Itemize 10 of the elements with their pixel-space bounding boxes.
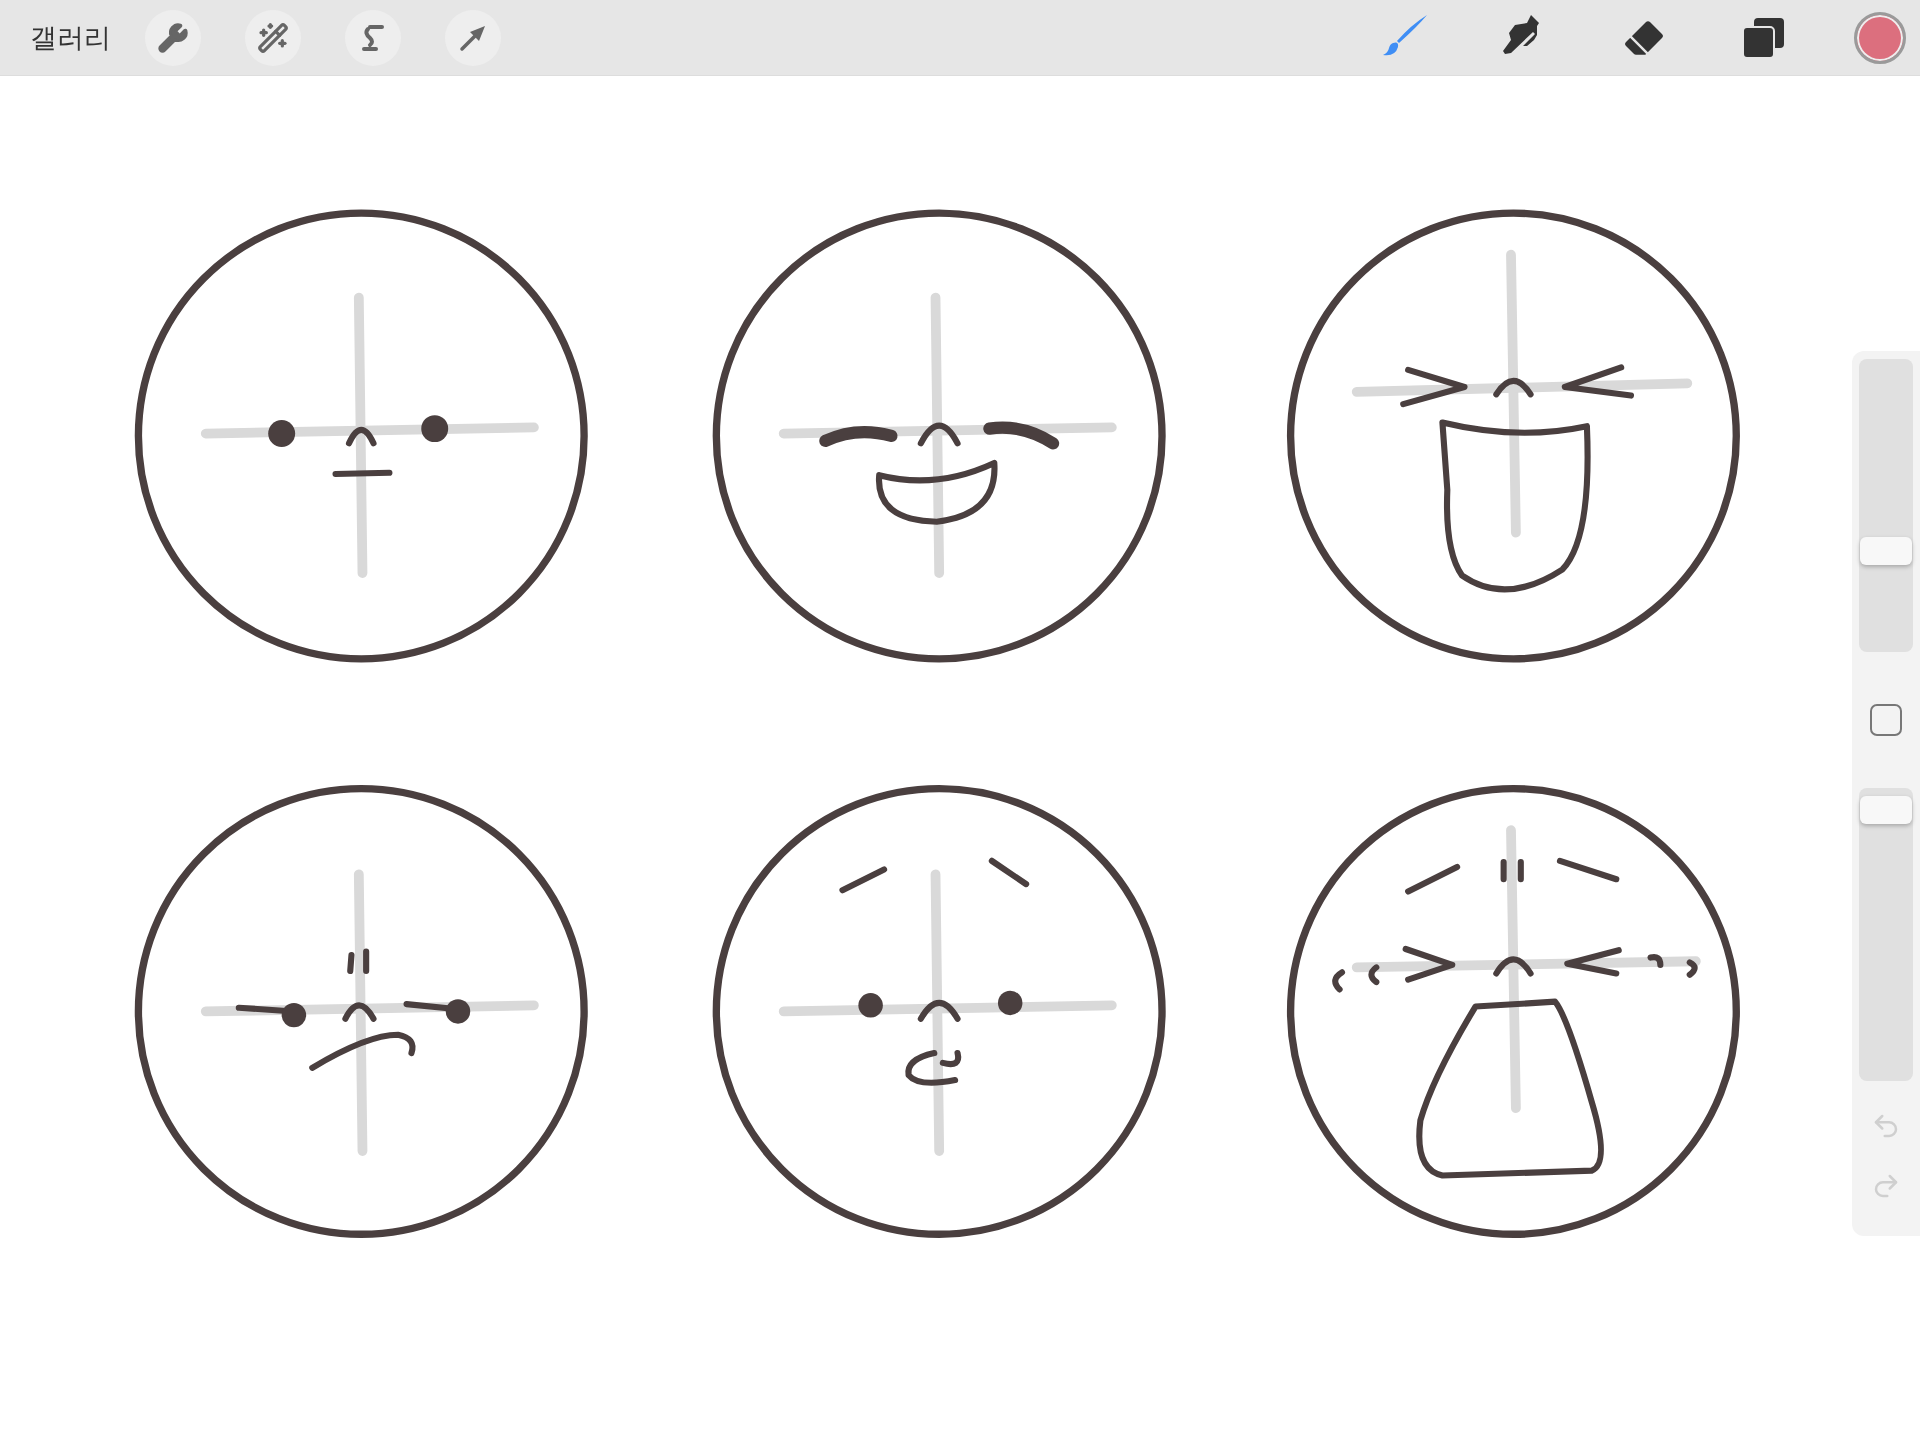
- gallery-button[interactable]: 갤러리: [30, 19, 111, 56]
- brush-size-slider[interactable]: [1859, 359, 1913, 652]
- wrench-icon: [157, 21, 189, 54]
- slider-thumb[interactable]: [1860, 536, 1912, 565]
- slider-thumb[interactable]: [1860, 795, 1912, 824]
- layers-icon: [1742, 15, 1786, 60]
- opacity-slider[interactable]: [1859, 788, 1913, 1081]
- color-swatch[interactable]: [1854, 11, 1906, 64]
- modify-button[interactable]: [1870, 704, 1902, 736]
- magic-wand-icon: [257, 21, 289, 54]
